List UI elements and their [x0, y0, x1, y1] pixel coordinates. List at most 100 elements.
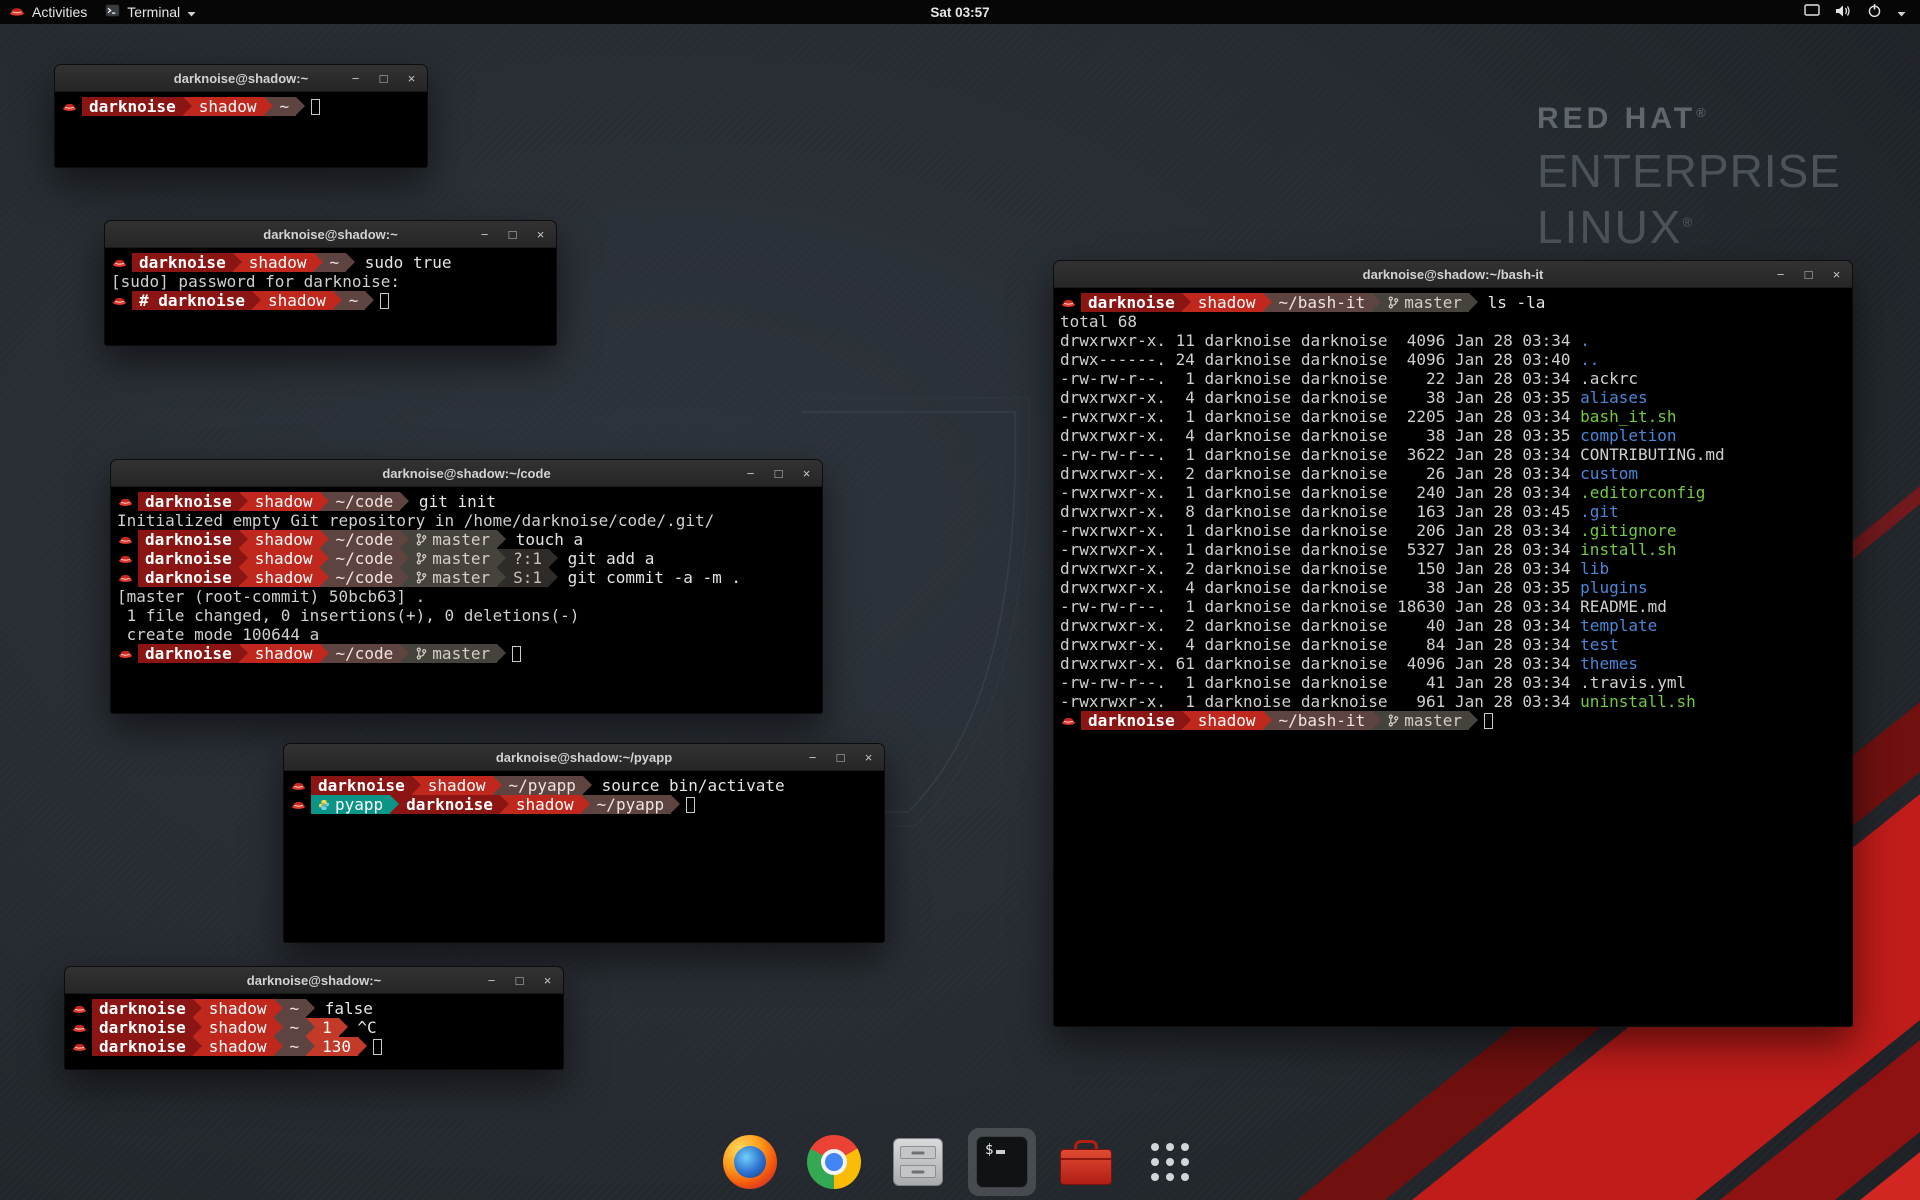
- terminal-content[interactable]: darknoiseshadow~ sudo true[sudo] passwor…: [105, 248, 556, 345]
- activities-label: Activities: [32, 4, 87, 20]
- dock-terminal[interactable]: $: [968, 1128, 1036, 1196]
- powerline-separator: [358, 1037, 367, 1056]
- rhel-wordmark: RED HAT® ENTERPRISE LINUX®: [1537, 102, 1841, 254]
- app-menu-terminal[interactable]: Terminal: [96, 0, 205, 24]
- prompt-segment-path: ~/pyapp: [590, 795, 671, 814]
- terminal-output-line: drwxrwxr-x. 8 darknoise darknoise 163 Ja…: [1060, 502, 1852, 521]
- terminal-output-line: drwxrwxr-x. 61 darknoise darknoise 4096 …: [1060, 654, 1852, 673]
- file-name: ..: [1580, 350, 1599, 369]
- terminal-cursor: [373, 1039, 382, 1055]
- powerline-separator: [1182, 293, 1191, 312]
- terminal-content[interactable]: darknoiseshadow~/code git initInitialize…: [111, 487, 822, 713]
- terminal-output-line: [master (root-commit) 50bcb63] .: [117, 587, 822, 606]
- prompt-segment-host: shadow: [248, 492, 320, 511]
- redhat-icon: [9, 4, 25, 20]
- prompt-segment-user: darknoise: [138, 530, 239, 549]
- chrome-icon: [807, 1135, 861, 1189]
- terminal-output-line: drwx------. 24 darknoise darknoise 4096 …: [1060, 350, 1852, 369]
- maximize-button[interactable]: □: [772, 467, 785, 480]
- terminal-content[interactable]: darknoiseshadow~/pyapp source bin/activa…: [284, 771, 884, 942]
- ls-columns: -rw-rw-r--. 1 darknoise darknoise 3622 J…: [1060, 445, 1580, 464]
- minimize-button[interactable]: −: [806, 751, 819, 764]
- powerline-separator: [333, 291, 342, 310]
- file-name: completion: [1580, 426, 1676, 445]
- ls-columns: drwxrwxr-x. 4 darknoise darknoise 38 Jan…: [1060, 388, 1580, 407]
- terminal-prompt-line: darknoiseshadow~/codemasterS:1 git commi…: [117, 568, 822, 587]
- terminal-cursor: [686, 797, 695, 813]
- window-titlebar[interactable]: darknoise@shadow:~/pyapp − □ ×: [284, 744, 884, 771]
- terminal-output-line: Initialized empty Git repository in /hom…: [117, 511, 822, 530]
- maximize-button[interactable]: □: [506, 228, 519, 241]
- wordmark-linux: LINUX®: [1537, 200, 1841, 254]
- file-manager-icon: [893, 1138, 943, 1186]
- prompt-segment-path: ~: [273, 97, 297, 116]
- git-branch-icon: [416, 552, 427, 565]
- command-text: ls -la: [1478, 293, 1545, 312]
- file-name: plugins: [1580, 578, 1647, 597]
- close-button[interactable]: ×: [534, 228, 547, 241]
- minimize-button[interactable]: −: [485, 974, 498, 987]
- prompt-segment-user: darknoise: [92, 1037, 193, 1056]
- close-button[interactable]: ×: [541, 974, 554, 987]
- system-status-area[interactable]: [1804, 3, 1920, 21]
- terminal-content[interactable]: darknoiseshadow~: [55, 92, 427, 167]
- terminal-content[interactable]: darknoiseshadow~ falsedarknoiseshadow~1 …: [65, 994, 563, 1069]
- dock-files[interactable]: [884, 1128, 952, 1196]
- maximize-button[interactable]: □: [513, 974, 526, 987]
- dock-toolbox[interactable]: [1052, 1128, 1120, 1196]
- powerline-separator: [239, 568, 248, 587]
- ls-columns: -rw-rw-r--. 1 darknoise darknoise 41 Jan…: [1060, 673, 1580, 692]
- powerline-separator: [239, 644, 248, 663]
- powerline-separator: [183, 97, 192, 116]
- minimize-button[interactable]: −: [349, 72, 362, 85]
- terminal-window-home-1: darknoise@shadow:~ − □ × darknoiseshadow…: [54, 64, 428, 168]
- file-name: .editorconfig: [1580, 483, 1705, 502]
- file-name: install.sh: [1580, 540, 1676, 559]
- terminal-content[interactable]: darknoiseshadow~/bash-itmaster ls -latot…: [1054, 288, 1852, 1026]
- terminal-prompt-line: darknoiseshadow~130: [71, 1037, 563, 1056]
- chevron-down-icon: [1897, 4, 1906, 20]
- powerline-separator: [193, 1037, 202, 1056]
- prompt-segment-exit: 1: [315, 1018, 339, 1037]
- window-titlebar[interactable]: darknoise@shadow:~/bash-it − □ ×: [1054, 261, 1852, 288]
- minimize-button[interactable]: −: [744, 467, 757, 480]
- window-titlebar[interactable]: darknoise@shadow:~ − □ ×: [65, 967, 563, 994]
- terminal-prompt-line: pyappdarknoiseshadow~/pyapp: [290, 795, 884, 814]
- minimize-button[interactable]: −: [1774, 268, 1787, 281]
- close-button[interactable]: ×: [800, 467, 813, 480]
- maximize-button[interactable]: □: [834, 751, 847, 764]
- dock-app-grid[interactable]: [1136, 1128, 1204, 1196]
- powerline-separator: [365, 291, 374, 310]
- activities-button[interactable]: Activities: [0, 0, 96, 24]
- powerline-separator: [1469, 293, 1478, 312]
- terminal-output-line: create mode 100644 a: [117, 625, 822, 644]
- ls-columns: drwx------. 24 darknoise darknoise 4096 …: [1060, 350, 1580, 369]
- dock-firefox[interactable]: [716, 1128, 784, 1196]
- window-titlebar[interactable]: darknoise@shadow:~ − □ ×: [55, 65, 427, 92]
- window-titlebar[interactable]: darknoise@shadow:~/code − □ ×: [111, 460, 822, 487]
- ls-columns: -rwxrwxr-x. 1 darknoise darknoise 961 Ja…: [1060, 692, 1580, 711]
- terminal-output-line: drwxrwxr-x. 4 darknoise darknoise 38 Jan…: [1060, 426, 1852, 445]
- close-button[interactable]: ×: [405, 72, 418, 85]
- desktop: RED HAT® ENTERPRISE LINUX® Activities Te…: [0, 0, 1920, 1200]
- powerline-separator: [252, 291, 261, 310]
- close-button[interactable]: ×: [862, 751, 875, 764]
- file-name: bash_it.sh: [1580, 407, 1676, 426]
- prompt-segment-host: shadow: [202, 1037, 274, 1056]
- terminal-icon: $: [976, 1136, 1028, 1188]
- terminal-window-home-2: darknoise@shadow:~ − □ × darknoise shadow…: [64, 966, 564, 1070]
- maximize-button[interactable]: □: [1802, 268, 1815, 281]
- prompt-segment-path: ~: [283, 999, 307, 1018]
- dock-chrome[interactable]: [800, 1128, 868, 1196]
- clock[interactable]: Sat 03:57: [930, 5, 989, 20]
- file-name: test: [1580, 635, 1619, 654]
- git-branch-icon: [1388, 296, 1399, 309]
- powerline-separator: [320, 530, 329, 549]
- file-name: .travis.yml: [1580, 673, 1686, 692]
- window-titlebar[interactable]: darknoise@shadow:~ − □ ×: [105, 221, 556, 248]
- prompt-segment-path: ~/bash-it: [1272, 711, 1373, 730]
- maximize-button[interactable]: □: [377, 72, 390, 85]
- minimize-button[interactable]: −: [478, 228, 491, 241]
- close-button[interactable]: ×: [1830, 268, 1843, 281]
- terminal-output-line: -rwxrwxr-x. 1 darknoise darknoise 206 Ja…: [1060, 521, 1852, 540]
